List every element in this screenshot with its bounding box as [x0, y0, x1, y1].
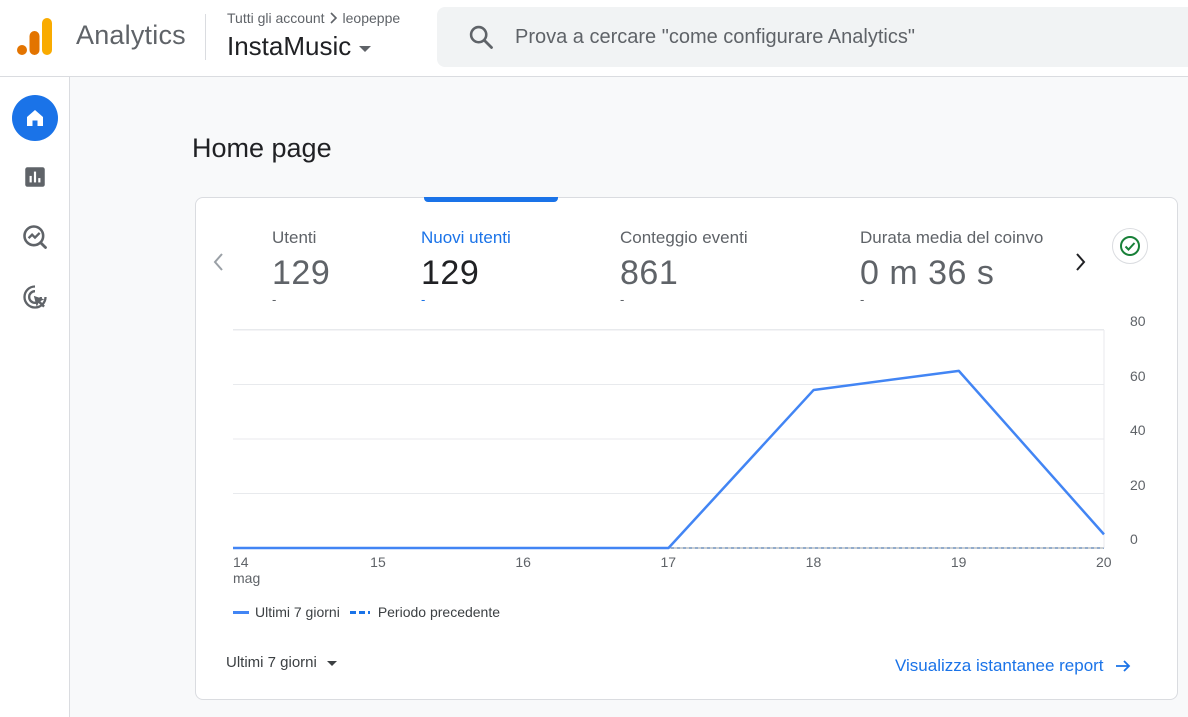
top-app-bar: Analytics Tutti gli account leopeppe Ins…: [0, 0, 1188, 77]
view-report-snapshot-link[interactable]: Visualizza istantanee report: [895, 656, 1132, 676]
x-tick-label: 15: [370, 554, 386, 570]
chevron-right-icon: [329, 12, 337, 24]
y-tick-label: 40: [1130, 422, 1146, 438]
nav-advertising[interactable]: [12, 274, 58, 320]
app-name: Analytics: [76, 20, 186, 50]
reports-icon: [25, 167, 45, 187]
chart-legend: Ultimi 7 giorni Periodo precedente: [233, 604, 510, 620]
explore-icon: [23, 225, 47, 249]
side-nav: [0, 77, 70, 717]
series-line-current: [233, 369, 1105, 550]
caret-down-icon: [359, 45, 372, 52]
page-title: Home page: [192, 133, 332, 163]
date-range-dropdown[interactable]: Ultimi 7 giorni: [226, 654, 337, 671]
y-tick-label: 60: [1130, 367, 1146, 384]
x-tick-sublabel: mag: [233, 570, 261, 586]
y-tick-label: 0: [1130, 531, 1138, 547]
y-tick-label: 80: [1130, 313, 1146, 329]
nav-home[interactable]: [12, 95, 58, 141]
nav-reports[interactable]: [12, 154, 58, 200]
new-users-line-chart: [233, 329, 1105, 550]
x-tick-label: 14: [233, 554, 249, 570]
legend-swatch-solid: [233, 610, 249, 614]
legend-item-current: Ultimi 7 giorni: [233, 604, 340, 620]
analytics-logo[interactable]: [17, 18, 53, 56]
date-range-label: Ultimi 7 giorni: [226, 654, 317, 671]
caret-down-icon: [326, 661, 337, 666]
legend-label: Periodo precedente: [377, 604, 501, 620]
search-input[interactable]: [515, 25, 1155, 49]
search-icon: [469, 25, 493, 49]
legend-swatch-dashed: [349, 610, 370, 614]
property-selector[interactable]: InstaMusic: [227, 31, 372, 62]
search-bar[interactable]: [437, 7, 1188, 67]
legend-label: Ultimi 7 giorni: [255, 604, 340, 620]
advertising-icon: [23, 285, 47, 309]
breadcrumb-account[interactable]: leopeppe: [343, 10, 401, 26]
nav-explore[interactable]: [12, 214, 58, 260]
x-tick-label: 17: [660, 554, 677, 570]
x-tick-label: 19: [950, 554, 967, 570]
overview-card: Utenti 129 - Nuovi utenti 129 - Conteggi…: [195, 197, 1178, 700]
breadcrumb[interactable]: Tutti gli account leopeppe: [227, 10, 400, 26]
header-divider: [205, 14, 206, 60]
y-tick-label: 20: [1130, 476, 1146, 493]
home-icon: [27, 110, 43, 126]
x-tick-label: 20: [1096, 554, 1112, 570]
report-link-label: Visualizza istantanee report: [895, 656, 1104, 675]
x-tick-label: 16: [515, 554, 531, 570]
breadcrumb-root[interactable]: Tutti gli account: [227, 10, 325, 26]
arrow-right-icon: [1115, 660, 1130, 672]
legend-item-previous: Periodo precedente: [349, 604, 501, 620]
property-name: InstaMusic: [227, 31, 352, 61]
x-tick-label: 18: [805, 554, 822, 570]
